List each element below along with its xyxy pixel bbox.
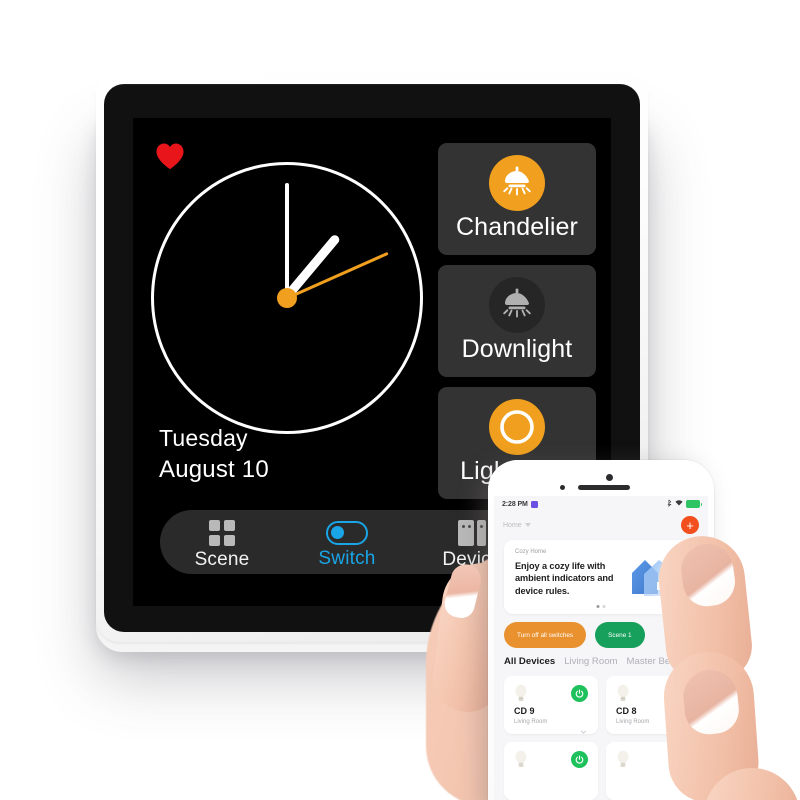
clock-minute-hand bbox=[285, 183, 289, 298]
hand-holding-phone: 2:28 PM Home + Cozy Home Enjoy a cozy li… bbox=[404, 452, 800, 800]
chandelier-lamp-icon bbox=[489, 155, 545, 211]
chevron-down-icon[interactable] bbox=[580, 721, 587, 734]
battery-icon bbox=[686, 500, 702, 508]
chevron-down-icon bbox=[524, 523, 531, 527]
downlight-lamp-icon bbox=[489, 277, 545, 333]
clock-center-pin bbox=[277, 288, 297, 308]
home-name-label: Home bbox=[503, 521, 522, 529]
hero-kicker: Cozy Home bbox=[515, 549, 547, 555]
light-bulb-icon bbox=[616, 684, 630, 703]
panel-device-card-label: Chandelier bbox=[456, 213, 578, 241]
tab-living-room[interactable]: Living Room bbox=[564, 656, 617, 667]
device-room: Living Room bbox=[616, 719, 650, 725]
analog-clock bbox=[151, 162, 423, 434]
phone-status-bar: 2:28 PM bbox=[494, 496, 708, 512]
nav-item-label: Switch bbox=[318, 548, 376, 569]
light-ring-icon bbox=[489, 399, 545, 455]
status-time: 2:28 PM bbox=[502, 500, 528, 508]
device-name: CD 9 bbox=[514, 706, 535, 716]
grid-squares-icon bbox=[209, 520, 235, 546]
scene-root: Tuesday August 10 Chandelier Downlight S… bbox=[0, 0, 800, 800]
bluetooth-icon bbox=[667, 499, 672, 509]
toggle-switch-icon bbox=[326, 521, 368, 545]
light-bulb-icon bbox=[514, 684, 528, 703]
device-card[interactable]: CD 9 Living Room bbox=[504, 676, 598, 734]
scene-chip-row: Turn off all switches Scene 1 bbox=[504, 622, 645, 648]
light-bulb-icon bbox=[616, 750, 630, 769]
light-bulb-icon bbox=[514, 750, 528, 769]
power-icon[interactable] bbox=[571, 751, 588, 768]
panel-device-card-label: Downlight bbox=[461, 335, 573, 363]
date-block: Tuesday August 10 bbox=[159, 423, 269, 486]
phone-app-bar: Home + bbox=[494, 514, 708, 536]
month-day-label: August 10 bbox=[159, 456, 269, 484]
status-indicators bbox=[667, 499, 702, 509]
home-selector[interactable]: Home bbox=[503, 522, 531, 529]
carousel-dots[interactable] bbox=[596, 605, 606, 608]
power-icon[interactable] bbox=[571, 685, 588, 702]
front-camera-icon bbox=[605, 474, 613, 481]
add-device-button[interactable]: + bbox=[681, 516, 699, 534]
nav-item-switch[interactable]: Switch bbox=[292, 518, 402, 570]
nav-item-label: Scene bbox=[194, 549, 250, 570]
nav-item-scene[interactable]: Scene bbox=[167, 518, 277, 571]
phone-top-bezel bbox=[488, 460, 714, 496]
scene-chip-scene-1[interactable]: Scene 1 bbox=[595, 622, 645, 648]
device-card[interactable] bbox=[504, 742, 598, 800]
hero-headline: Enjoy a cozy life with ambient indicator… bbox=[515, 561, 614, 596]
device-room: Living Room bbox=[514, 719, 548, 725]
tab-all-devices[interactable]: All Devices bbox=[504, 656, 555, 667]
app-badge-icon bbox=[530, 500, 538, 508]
wifi-icon bbox=[675, 500, 683, 508]
panel-device-card-downlight[interactable]: Downlight bbox=[438, 265, 596, 377]
earpiece-speaker bbox=[578, 485, 631, 490]
heart-icon[interactable] bbox=[155, 142, 185, 170]
weekday-label: Tuesday bbox=[159, 425, 248, 451]
scene-chip-turn-off-all-switches[interactable]: Turn off all switches bbox=[504, 622, 587, 648]
panel-device-card-chandelier[interactable]: Chandelier bbox=[438, 143, 596, 255]
device-name: CD 8 bbox=[616, 706, 637, 716]
